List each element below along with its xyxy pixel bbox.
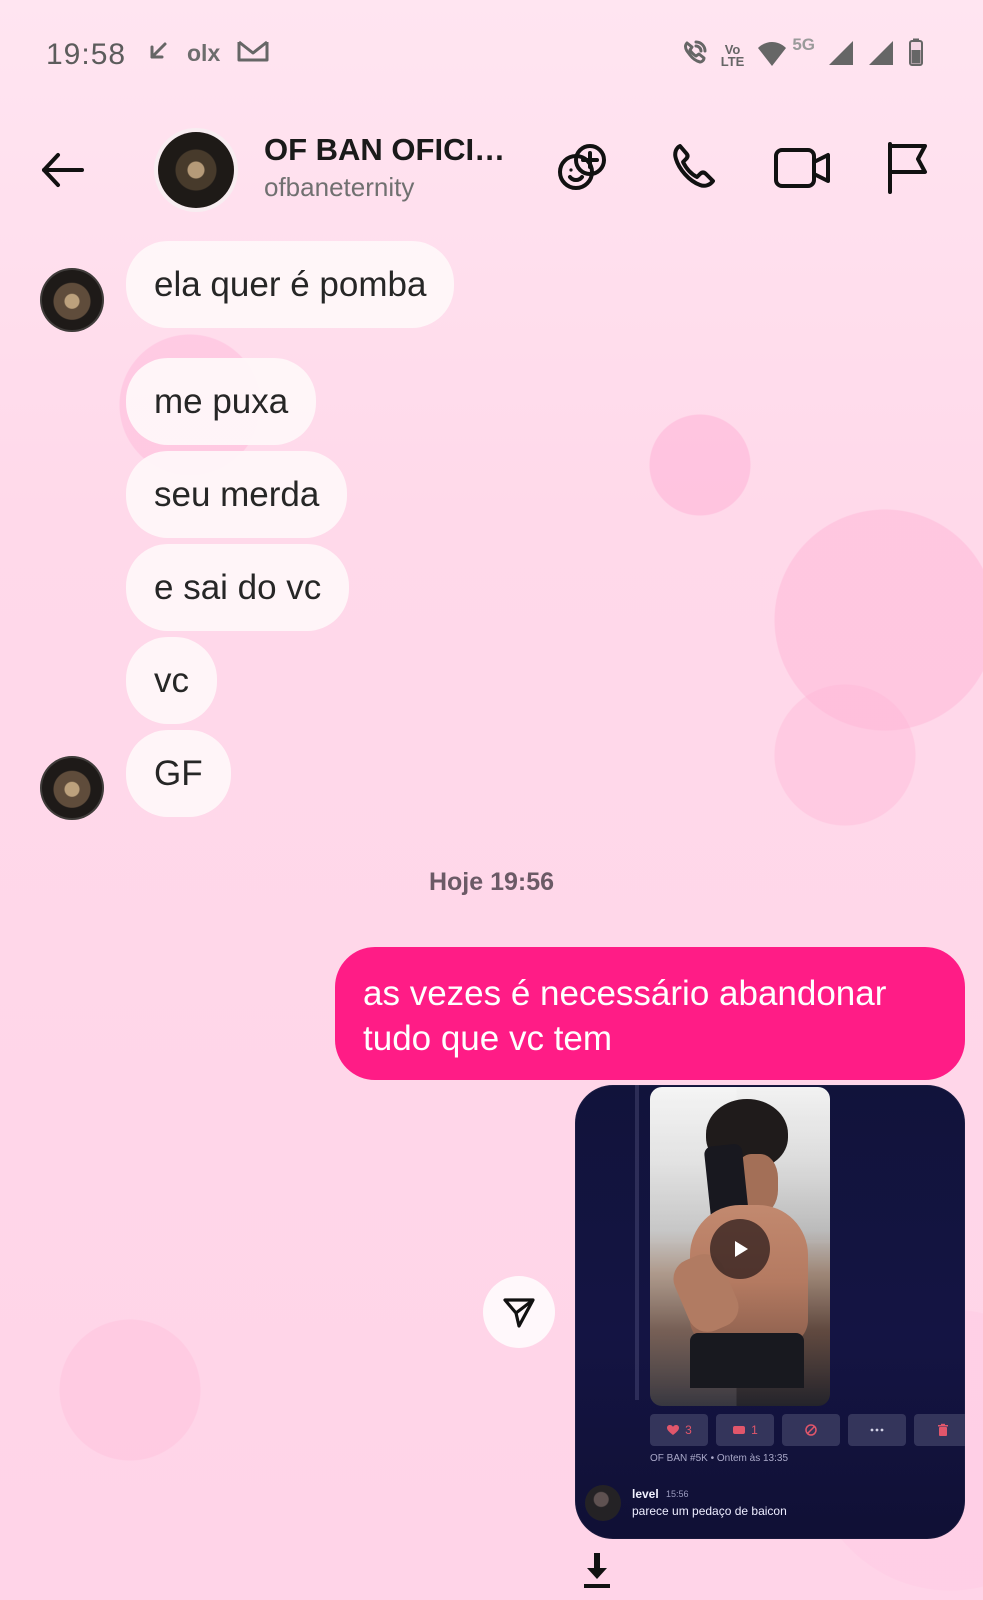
reaction-icon	[733, 1426, 746, 1434]
outgoing-message[interactable]: as vezes é necessário abandonar tudo que…	[335, 947, 965, 1080]
play-button[interactable]	[710, 1219, 770, 1279]
second-reaction-button[interactable]: 1	[716, 1414, 774, 1446]
person-shorts	[690, 1333, 804, 1388]
share-button[interactable]	[483, 1276, 555, 1348]
trash-icon	[938, 1423, 948, 1436]
video-thumbnail[interactable]	[650, 1087, 830, 1406]
comment-avatar	[585, 1485, 621, 1521]
more-icon	[870, 1428, 884, 1432]
media-meta: OF BAN #5K • Ontem às 13:35	[650, 1453, 789, 1464]
sender-avatar-bottom[interactable]	[40, 756, 104, 820]
incoming-message[interactable]: me puxa	[126, 358, 317, 445]
delete-button[interactable]	[914, 1414, 965, 1446]
download-button[interactable]	[580, 1551, 614, 1591]
comment-time: 15:56	[666, 1489, 689, 1499]
incoming-message[interactable]: seu merda	[126, 451, 348, 538]
comment-username: level	[632, 1487, 659, 1501]
like-count: 3	[685, 1423, 692, 1437]
more-options-button[interactable]	[848, 1414, 906, 1446]
send-icon	[503, 1298, 535, 1328]
incoming-message[interactable]: GF	[126, 730, 231, 817]
media-actions: 3 1	[650, 1414, 965, 1446]
second-count: 1	[751, 1423, 758, 1437]
incoming-message[interactable]: e sai do vc	[126, 544, 350, 631]
media-divider-line	[635, 1085, 639, 1400]
download-icon	[584, 1553, 610, 1588]
chat-thread: ela quer é pomba me puxa seu merda e sai…	[0, 0, 983, 1600]
incoming-message[interactable]: vc	[126, 637, 217, 724]
like-reaction-button[interactable]: 3	[650, 1414, 708, 1446]
sender-avatar-top[interactable]	[40, 268, 104, 332]
block-icon	[805, 1424, 817, 1436]
comment-text: parece um pedaço de baicon	[632, 1504, 787, 1518]
heart-icon	[667, 1425, 680, 1435]
shared-media-card[interactable]: 3 1 OF BAN #5K • Ontem às 13:35 level 15…	[575, 1085, 965, 1539]
time-divider: Hoje 19:56	[428, 868, 555, 896]
incoming-message[interactable]: ela quer é pomba	[126, 241, 455, 328]
play-icon	[735, 1241, 748, 1257]
block-button[interactable]	[782, 1414, 840, 1446]
